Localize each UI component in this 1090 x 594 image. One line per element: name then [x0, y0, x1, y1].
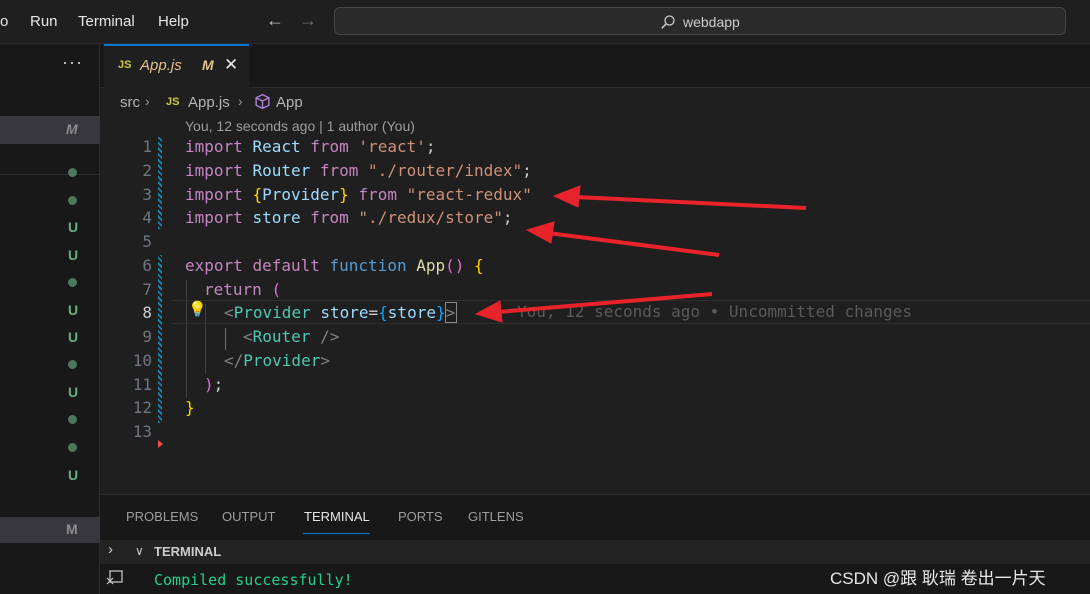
- annotation-arrow: [525, 221, 720, 257]
- annotation-arrow: [474, 292, 713, 323]
- annotation-arrow: [552, 185, 807, 210]
- annotation-arrows: [474, 185, 807, 323]
